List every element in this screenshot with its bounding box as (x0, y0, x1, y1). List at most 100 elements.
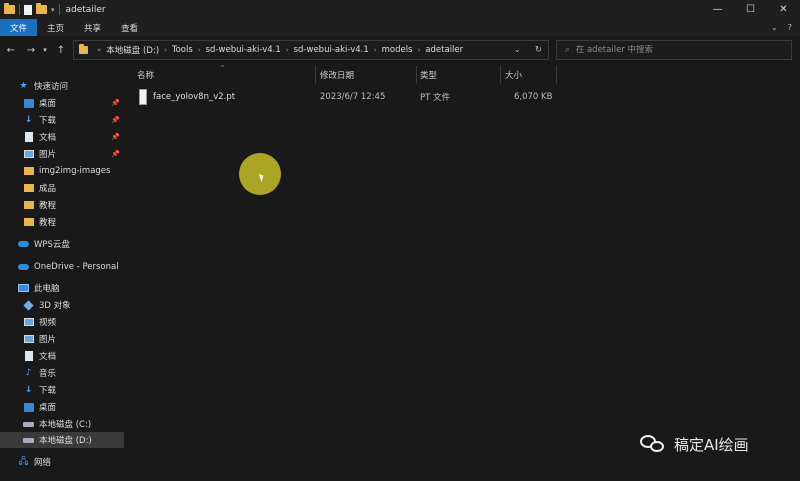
expand-ribbon-chevron-icon[interactable]: ⌄ (771, 23, 778, 32)
sidebar-item-label: 音乐 (39, 369, 57, 379)
breadcrumb-separator[interactable]: « (97, 46, 101, 54)
breadcrumb-sd-webui-1[interactable]: sd-webui-aki-v4.1 (206, 45, 281, 55)
window-controls: — ☐ ✕ (701, 0, 800, 19)
column-divider[interactable] (500, 66, 501, 84)
tab-home[interactable]: 主页 (37, 19, 74, 36)
sidebar-item-label: 此电脑 (34, 284, 60, 294)
sidebar-item-drive-c[interactable]: 本地磁盘 (C:) (0, 416, 124, 432)
sidebar-item-pictures[interactable]: 图片 📌 (0, 146, 124, 162)
sidebar-item-tutorial-2[interactable]: 教程 (0, 214, 124, 230)
up-arrow-icon[interactable]: ↑ (54, 45, 68, 56)
file-icon (139, 89, 147, 105)
sidebar-item-network[interactable]: 🖧 网络 (0, 454, 124, 470)
back-arrow-icon[interactable]: ← (4, 45, 18, 56)
sidebar-item-label: 本地磁盘 (D:) (39, 436, 92, 446)
column-header-label: 名称 (137, 71, 155, 81)
breadcrumb-tools[interactable]: Tools (172, 45, 193, 55)
breadcrumb-drive-d[interactable]: 本地磁盘 (D:) (106, 44, 159, 56)
divider (19, 4, 20, 15)
sidebar-item-desktop[interactable]: 桌面 📌 (0, 95, 124, 111)
file-row[interactable]: face_yolov8n_v2.pt 2023/6/7 12:45 PT 文件 … (124, 89, 800, 105)
video-icon (23, 318, 34, 326)
tab-share[interactable]: 共享 (74, 19, 111, 36)
sidebar-item-label: 视频 (39, 318, 57, 328)
sidebar-item-quick-access[interactable]: ★ 快速访问 (0, 78, 124, 94)
new-folder-icon[interactable] (36, 3, 47, 14)
column-header-modified[interactable]: 修改日期 (320, 66, 415, 84)
sidebar-item-label: 下载 (39, 116, 57, 126)
picture-icon (23, 150, 34, 158)
sidebar-item-label: 网络 (34, 458, 52, 468)
customize-toolbar-chevron-icon[interactable]: ▾ (51, 6, 55, 14)
column-divider[interactable] (416, 66, 417, 84)
sidebar-item-music[interactable]: ♪ 音乐 (0, 365, 124, 381)
pin-icon: 📌 (111, 116, 120, 124)
maximize-button[interactable]: ☐ (734, 0, 767, 19)
tab-file[interactable]: 文件 (0, 19, 38, 36)
sidebar-item-pc-downloads[interactable]: ↓ 下载 (0, 382, 124, 398)
recent-locations-chevron-icon[interactable]: ▾ (38, 46, 52, 54)
desktop-icon (23, 98, 34, 108)
watermark: 稿定AI绘画 (640, 431, 749, 457)
document-icon (24, 351, 33, 361)
refresh-icon[interactable]: ↻ (535, 45, 542, 55)
download-icon: ↓ (24, 385, 33, 395)
sidebar-item-pc-desktop[interactable]: 桌面 (0, 399, 124, 415)
folder-icon (23, 201, 34, 209)
sidebar-item-label: 文档 (39, 133, 57, 143)
breadcrumb-adetailer[interactable]: adetailer (425, 45, 463, 55)
sidebar-item-finished[interactable]: 成品 (0, 180, 124, 196)
sidebar-item-downloads[interactable]: ↓ 下载 📌 (0, 112, 124, 128)
address-bar[interactable]: « 本地磁盘 (D:) › Tools › sd-webui-aki-v4.1 … (73, 40, 549, 60)
sidebar-item-label: 教程 (39, 218, 57, 228)
sidebar-item-this-pc[interactable]: 此电脑 (0, 280, 124, 296)
music-icon: ♪ (25, 368, 32, 378)
file-list: ^ 名称 修改日期 类型 大小 face_yolov8n_v2.pt 2023/… (124, 65, 800, 481)
drive-icon (23, 437, 34, 443)
column-divider[interactable] (556, 66, 557, 84)
column-header-type[interactable]: 类型 (420, 66, 500, 84)
sidebar-item-label: 桌面 (39, 99, 57, 109)
breadcrumb-separator[interactable]: › (374, 46, 377, 54)
column-divider[interactable] (315, 66, 316, 84)
forward-arrow-icon[interactable]: → (24, 45, 38, 56)
sidebar-item-drive-d[interactable]: 本地磁盘 (D:) (0, 432, 124, 448)
breadcrumb-separator[interactable]: › (418, 46, 421, 54)
sidebar-item-wps-cloud[interactable]: WPS云盘 (0, 236, 124, 252)
column-header-name[interactable]: 名称 (137, 66, 317, 84)
search-box[interactable]: ⌕ (556, 40, 792, 60)
pin-icon: 📌 (111, 150, 120, 158)
navigation-bar: ← → ▾ ↑ « 本地磁盘 (D:) › Tools › sd-webui-a… (0, 36, 800, 64)
column-header-label: 类型 (420, 71, 438, 81)
file-name: face_yolov8n_v2.pt (153, 92, 236, 102)
sidebar-item-tutorial-1[interactable]: 教程 (0, 197, 124, 213)
search-icon: ⌕ (565, 45, 570, 55)
sidebar-item-img2img-images[interactable]: img2img-images (0, 163, 124, 179)
breadcrumb-separator[interactable]: › (286, 46, 289, 54)
file-type: PT 文件 (420, 93, 451, 103)
sidebar-item-label: WPS云盘 (34, 240, 70, 250)
tab-view[interactable]: 查看 (111, 19, 148, 36)
breadcrumb-separator[interactable]: › (198, 46, 201, 54)
pin-icon: 📌 (111, 99, 120, 107)
sidebar-item-label: 下载 (39, 386, 57, 396)
sidebar-item-3d-objects[interactable]: 3D 对象 (0, 297, 124, 313)
column-header-size[interactable]: 大小 (505, 66, 555, 84)
sidebar-item-pc-pictures[interactable]: 图片 (0, 331, 124, 347)
help-icon[interactable]: ? (788, 23, 792, 32)
breadcrumb-sd-webui-2[interactable]: sd-webui-aki-v4.1 (294, 45, 369, 55)
close-button[interactable]: ✕ (767, 0, 800, 19)
minimize-button[interactable]: — (701, 0, 734, 19)
sidebar-item-videos[interactable]: 视频 (0, 314, 124, 330)
address-bar-actions: ⌄ ↻ (514, 41, 542, 59)
properties-icon[interactable] (24, 4, 32, 15)
sidebar-item-label: 桌面 (39, 403, 57, 413)
sidebar-item-onedrive[interactable]: OneDrive - Personal (0, 259, 124, 275)
sidebar-item-documents[interactable]: 文档 📌 (0, 129, 124, 145)
address-history-chevron-icon[interactable]: ⌄ (514, 45, 521, 55)
sidebar-item-pc-documents[interactable]: 文档 (0, 348, 124, 364)
search-input[interactable] (575, 45, 776, 55)
folder-icon (23, 218, 34, 226)
breadcrumb-models[interactable]: models (382, 45, 413, 55)
breadcrumb-separator[interactable]: › (164, 46, 167, 54)
